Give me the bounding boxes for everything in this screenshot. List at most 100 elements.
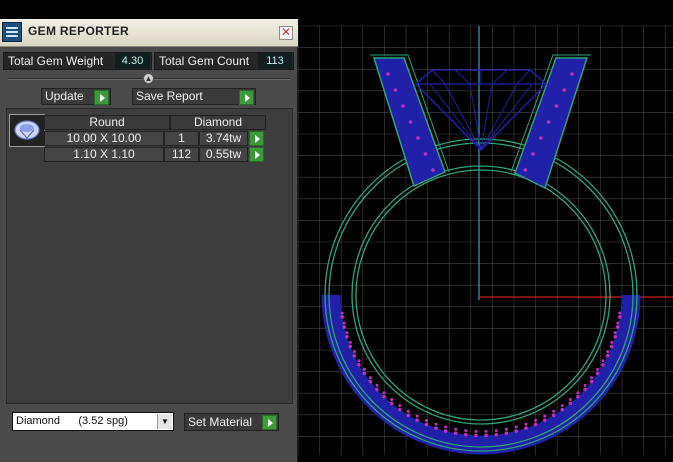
- melee-gem: [474, 429, 478, 433]
- melee-gem: [552, 409, 556, 413]
- melee-gem: [523, 168, 527, 172]
- material-header: Diamond: [170, 115, 266, 130]
- melee-gem: [352, 353, 357, 358]
- melee-gem: [504, 427, 508, 431]
- melee-gem: [543, 414, 547, 418]
- gem-count: 1: [164, 131, 199, 146]
- melee-gem: [560, 407, 565, 412]
- melee-gem: [401, 104, 405, 108]
- melee-gem: [589, 379, 594, 384]
- center-diamond-facet: [454, 69, 471, 85]
- chevron-up-icon[interactable]: ▲: [143, 73, 154, 84]
- melee-gem: [362, 367, 366, 371]
- melee-gem: [617, 315, 622, 319]
- melee-gem: [415, 418, 420, 422]
- melee-gem: [576, 391, 580, 395]
- melee-gem: [368, 379, 373, 384]
- melee-gem: [504, 431, 509, 435]
- melee-gem: [524, 422, 528, 426]
- green-play-arrow-icon: [239, 90, 254, 105]
- melee-gem: [390, 397, 394, 401]
- close-icon[interactable]: ✕: [279, 26, 293, 40]
- green-play-arrow-icon[interactable]: [249, 147, 264, 162]
- round-gem-thumbnail-icon[interactable]: [9, 114, 45, 147]
- set-material-button[interactable]: Set Material: [184, 413, 279, 431]
- melee-gem: [345, 331, 349, 335]
- gem-size: 1.10 X 1.10: [44, 147, 164, 162]
- ring-outline: [355, 169, 607, 421]
- chevron-down-icon[interactable]: ▼: [157, 414, 172, 429]
- melee-gem: [583, 383, 587, 387]
- gem-size: 10.00 X 10.00: [44, 131, 164, 146]
- shape-header: Round: [44, 115, 170, 130]
- total-gem-weight-value: 4.30: [115, 53, 150, 69]
- green-play-arrow-icon: [94, 90, 109, 105]
- melee-gem: [340, 311, 344, 315]
- melee-gem: [397, 407, 402, 412]
- melee-gem: [576, 394, 580, 399]
- melee-gem: [601, 359, 605, 363]
- melee-gem: [406, 409, 410, 413]
- melee-gem: [610, 340, 614, 344]
- melee-gem: [454, 427, 458, 431]
- melee-gem: [568, 397, 572, 401]
- melee-gem: [443, 429, 448, 433]
- melee-gem: [605, 353, 610, 358]
- melee-gem: [423, 152, 428, 156]
- melee-gem: [464, 429, 468, 433]
- melee-gem: [431, 168, 435, 172]
- save-report-button[interactable]: Save Report: [132, 88, 256, 105]
- save-report-label: Save Report: [136, 89, 203, 103]
- melee-gem: [375, 383, 379, 387]
- melee-gem: [609, 344, 614, 349]
- melee-gem: [408, 120, 413, 124]
- melee-gem: [554, 104, 559, 108]
- melee-gem: [386, 72, 390, 76]
- melee-gem: [613, 334, 617, 339]
- melee-gem: [389, 401, 394, 406]
- melee-gem: [357, 359, 361, 363]
- green-play-arrow-icon: [262, 415, 277, 430]
- melee-gem: [562, 88, 566, 92]
- melee-gem: [348, 340, 352, 344]
- melee-gem: [514, 425, 518, 429]
- melee-gem: [606, 350, 610, 354]
- gem-weight: 3.74tw: [199, 131, 248, 146]
- melee-gem: [416, 136, 420, 140]
- melee-gem: [596, 367, 600, 371]
- melee-gem: [533, 422, 538, 427]
- melee-gem: [444, 425, 448, 429]
- melee-gem: [534, 418, 538, 422]
- melee-gem: [542, 418, 547, 422]
- material-select[interactable]: Diamond (3.52 spg) ▼: [12, 412, 174, 431]
- center-diamond-facet: [431, 69, 446, 85]
- melee-gem: [406, 413, 411, 418]
- melee-gem: [531, 152, 535, 156]
- melee-gem: [524, 426, 528, 430]
- title-bar[interactable]: GEM REPORTER ✕: [0, 19, 298, 47]
- melee-gem: [382, 391, 386, 395]
- melee-gem: [352, 350, 356, 354]
- green-play-arrow-icon[interactable]: [249, 131, 264, 146]
- gem-weight: 0.55tw: [199, 147, 248, 162]
- melee-gem: [368, 376, 372, 380]
- melee-gem: [546, 120, 551, 124]
- ring-outline: [351, 165, 611, 425]
- melee-gem: [434, 422, 438, 426]
- melee-gem: [514, 429, 519, 433]
- melee-gem: [357, 362, 361, 367]
- update-label: Update: [45, 89, 84, 103]
- melee-gem: [375, 387, 379, 392]
- center-diamond-facet: [516, 69, 531, 85]
- melee-gem: [393, 88, 398, 92]
- update-button[interactable]: Update: [41, 88, 111, 105]
- center-diamond-facet: [491, 69, 508, 85]
- melee-gem: [474, 433, 478, 438]
- melee-gem: [601, 362, 605, 367]
- melee-gem: [560, 404, 564, 408]
- melee-gem: [618, 311, 622, 315]
- melee-gem: [583, 387, 587, 392]
- melee-gem: [484, 429, 488, 433]
- melee-gem: [424, 418, 428, 422]
- melee-gem: [342, 325, 346, 329]
